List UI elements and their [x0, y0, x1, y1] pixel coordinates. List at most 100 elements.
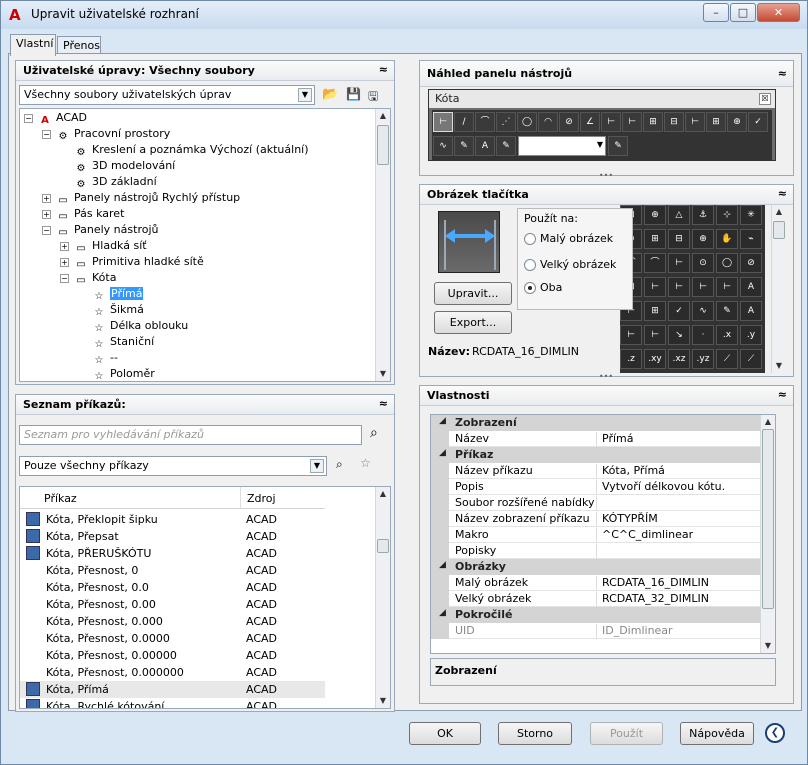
image-library-item-icon[interactable]: .yz: [692, 349, 714, 369]
tree-expander-icon[interactable]: +: [42, 194, 51, 203]
collapse-triangle-icon[interactable]: ◢: [439, 560, 446, 570]
tree-item[interactable]: ▭ Panely nástrojů Rychlý přístup: [56, 191, 240, 207]
apply-button[interactable]: Použít: [590, 722, 663, 745]
image-library-item-icon[interactable]: ⊢: [644, 325, 666, 345]
close-button[interactable]: ✕: [757, 3, 800, 22]
image-library-item-icon[interactable]: A: [740, 301, 762, 321]
ok-button[interactable]: OK: [409, 722, 481, 745]
image-library-item-icon[interactable]: ✓: [668, 301, 690, 321]
command-list[interactable]: Příkaz Zdroj Kóta, Překlopit šipku ACAD Kó…: [19, 486, 391, 709]
command-row[interactable]: Kóta, Přesnost, 0 ACAD: [20, 562, 325, 579]
minimize-button[interactable]: –: [703, 3, 729, 22]
image-library-item-icon[interactable]: .xy: [644, 349, 666, 369]
splitter-grip[interactable]: •••: [596, 172, 616, 180]
image-library-grid[interactable]: ⊞⊕△⚓⊹✳⊕⊞⊟⊕✋⌁⌒⌒⊢⊙◯⊘⊟⊢⊢⊢⊢A⊢⊞✓∿✎A⊢⊢↘·.x.y.z…: [620, 205, 765, 373]
export-image-button[interactable]: Export...: [434, 311, 512, 334]
image-library-item-icon[interactable]: ⊟: [668, 229, 690, 249]
tree-expander-icon[interactable]: +: [42, 210, 51, 219]
customization-file-combo[interactable]: Všechny soubory uživatelských úprav ▼: [19, 85, 315, 105]
property-category[interactable]: ◢ Obrázky: [431, 559, 762, 575]
toolbar-button-icon[interactable]: ⊕: [727, 112, 747, 132]
command-row[interactable]: Kóta, Přesnost, 0.0000 ACAD: [20, 630, 325, 647]
property-value[interactable]: Kóta, Přímá: [596, 464, 665, 479]
image-library-item-icon[interactable]: ✳: [740, 205, 762, 225]
tree-expander-icon[interactable]: +: [60, 242, 69, 251]
radio-small-image[interactable]: [524, 233, 536, 245]
command-row[interactable]: Kóta, Přesnost, 0.00 ACAD: [20, 596, 325, 613]
toolbar-button-icon[interactable]: ⊟: [664, 112, 684, 132]
open-folder-icon[interactable]: 📂: [322, 87, 338, 103]
property-row[interactable]: Soubor rozšířené nabídky: [431, 495, 762, 511]
tree-scrollbar[interactable]: ▲ ▼: [375, 109, 390, 381]
property-row[interactable]: Velký obrázek RCDATA_32_DIMLIN: [431, 591, 762, 607]
image-library-item-icon[interactable]: ◯: [716, 253, 738, 273]
image-library-item-icon[interactable]: ⊢: [716, 277, 738, 297]
image-library-item-icon[interactable]: .xz: [668, 349, 690, 369]
command-filter-combo[interactable]: Pouze všechny příkazy ▼: [19, 456, 327, 476]
scroll-thumb[interactable]: [377, 125, 389, 165]
toolbar-button-icon[interactable]: ◯: [517, 112, 537, 132]
command-row[interactable]: Kóta, Přesnost, 0.0 ACAD: [20, 579, 325, 596]
scroll-thumb[interactable]: [762, 429, 774, 609]
tree-expander-icon[interactable]: +: [60, 258, 69, 267]
command-row[interactable]: Kóta, Přímá ACAD: [20, 681, 325, 698]
image-library-item-icon[interactable]: ⊢: [620, 325, 642, 345]
image-library-item-icon[interactable]: ⌒: [644, 253, 666, 273]
toolbar-button-icon[interactable]: ◠: [538, 112, 558, 132]
tree-item[interactable]: ☆ Délka oblouku: [92, 319, 189, 335]
tree-item[interactable]: ☆ Staniční: [92, 335, 155, 351]
radio-both-label[interactable]: Oba: [540, 281, 562, 294]
image-library-item-icon[interactable]: A: [740, 277, 762, 297]
command-row[interactable]: Kóta, Přesnost, 0.00000 ACAD: [20, 647, 325, 664]
cancel-button[interactable]: Storno: [498, 722, 572, 745]
command-row[interactable]: Kóta, Přepsat ACAD: [20, 528, 325, 545]
toolbar-button-icon[interactable]: ⊘: [559, 112, 579, 132]
property-value[interactable]: ID_Dimlinear: [596, 624, 673, 639]
toolbar-close-icon[interactable]: ☒: [759, 93, 771, 105]
property-row[interactable]: Malý obrázek RCDATA_16_DIMLIN: [431, 575, 762, 591]
command-row[interactable]: Kóta, Přesnost, 0.000000 ACAD: [20, 664, 325, 681]
scroll-thumb[interactable]: [377, 539, 389, 553]
tree-item[interactable]: ⚙ 3D modelování: [74, 159, 176, 175]
property-row[interactable]: Popis Vytvoří délkovou kótu.: [431, 479, 762, 495]
maximize-button[interactable]: □: [730, 3, 756, 22]
chevron-down-icon[interactable]: ▼: [310, 459, 324, 473]
property-value[interactable]: [596, 496, 602, 511]
tree-expander-icon[interactable]: −: [42, 226, 51, 235]
image-library-item-icon[interactable]: ⊕: [692, 229, 714, 249]
image-library-item-icon[interactable]: ⟋: [740, 349, 762, 369]
property-category[interactable]: ◢ Zobrazení: [431, 415, 762, 431]
tree-expander-icon[interactable]: −: [60, 274, 69, 283]
new-command-icon[interactable]: ☆: [360, 456, 371, 470]
collapse-triangle-icon[interactable]: ◢: [439, 608, 446, 618]
command-search-input[interactable]: Seznam pro vyhledávání příkazů: [19, 425, 362, 445]
image-library-item-icon[interactable]: ✎: [716, 301, 738, 321]
image-library-item-icon[interactable]: ·: [692, 325, 714, 345]
toolbar-button-icon[interactable]: ⊞: [706, 112, 726, 132]
scroll-up-icon[interactable]: ▲: [376, 109, 390, 123]
chevron-down-icon[interactable]: ▼: [298, 88, 312, 102]
column-header-source[interactable]: Zdroj: [240, 487, 325, 509]
collapse-chevron-icon[interactable]: ≈: [778, 187, 787, 200]
toolbar-button-icon[interactable]: ⊢: [601, 112, 621, 132]
scroll-up-icon[interactable]: ▲: [376, 487, 390, 501]
tree-item[interactable]: ☆ Šikmá: [92, 303, 144, 319]
toolbar-button-icon[interactable]: ✎: [496, 136, 516, 156]
image-library-item-icon[interactable]: ⊞: [644, 301, 666, 321]
image-library-item-icon[interactable]: .y: [740, 325, 762, 345]
image-library-item-icon[interactable]: ⊘: [740, 253, 762, 273]
radio-large-label[interactable]: Velký obrázek: [540, 258, 616, 271]
tree-item[interactable]: ▭ Kóta: [74, 271, 116, 287]
property-value[interactable]: RCDATA_16_DIMLIN: [596, 576, 709, 591]
collapse-chevron-icon[interactable]: ≈: [379, 397, 388, 410]
splitter-grip[interactable]: •••: [596, 373, 616, 381]
toolbar-button-icon[interactable]: ∿: [433, 136, 453, 156]
image-library-item-icon[interactable]: ∿: [692, 301, 714, 321]
radio-large-image[interactable]: [524, 259, 536, 271]
customizations-tree[interactable]: − A ACAD − ⚙ Pracovní prostory ⚙ Kreslení a poz…: [19, 108, 391, 382]
property-row[interactable]: Popisky: [431, 543, 762, 559]
tree-item[interactable]: ▭ Hladká síť: [74, 239, 146, 255]
chevron-down-icon[interactable]: ▼: [597, 140, 603, 149]
radio-both[interactable]: [524, 282, 536, 294]
property-category[interactable]: ◢ Příkaz: [431, 447, 762, 463]
